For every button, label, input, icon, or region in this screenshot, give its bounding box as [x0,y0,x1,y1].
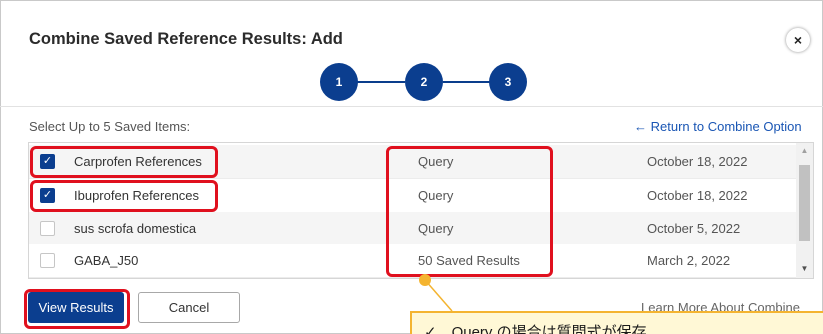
callout-connector [424,279,453,312]
callout-anchor-dot [419,274,431,286]
callout-note: ✓ Query の場合は質問式が保存 [410,311,823,334]
